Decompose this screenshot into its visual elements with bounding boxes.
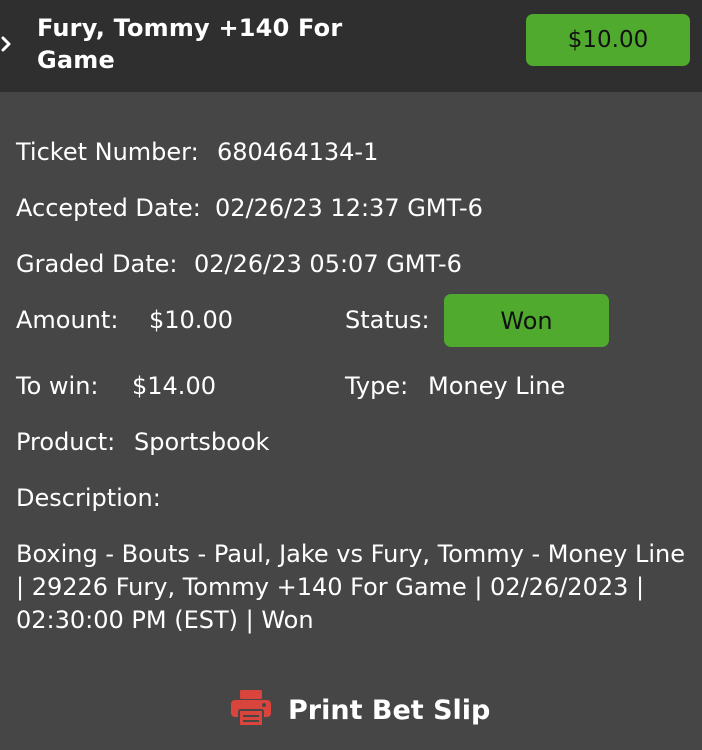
to-win-value: $14.00 [132, 372, 216, 400]
print-bet-slip-label: Print Bet Slip [288, 694, 491, 726]
amount-label: Amount: [16, 306, 119, 334]
print-bet-slip-button[interactable]: Print Bet Slip [230, 688, 490, 732]
ticket-number-label: Ticket Number: [16, 138, 199, 166]
description-text: Boxing - Bouts - Paul, Jake vs Fury, Tom… [16, 540, 686, 634]
to-win-label: To win: [16, 372, 99, 400]
amount-button[interactable]: $10.00 [526, 14, 690, 66]
amount-value: $10.00 [149, 306, 233, 334]
printer-icon [230, 689, 272, 731]
graded-date-value: 02/26/23 05:07 GMT-6 [194, 250, 462, 278]
status-label: Status: [345, 306, 430, 334]
product-value: Sportsbook [134, 428, 270, 456]
accepted-date-value: 02/26/23 12:37 GMT-6 [215, 194, 483, 222]
product-label: Product: [16, 428, 116, 456]
graded-date-label: Graded Date: [16, 250, 178, 278]
type-label: Type: [345, 372, 409, 400]
accepted-date-label: Accepted Date: [16, 194, 201, 222]
status-badge: Won [444, 294, 609, 347]
type-value: Money Line [428, 372, 566, 400]
bet-title: Fury, Tommy +140 For Game [37, 14, 343, 74]
bet-header[interactable]: Fury, Tommy +140 For Game $10.00 [0, 0, 702, 92]
chevron-right-icon[interactable] [0, 30, 14, 58]
ticket-number-value: 680464134-1 [217, 138, 379, 166]
description-label: Description: [16, 484, 161, 512]
